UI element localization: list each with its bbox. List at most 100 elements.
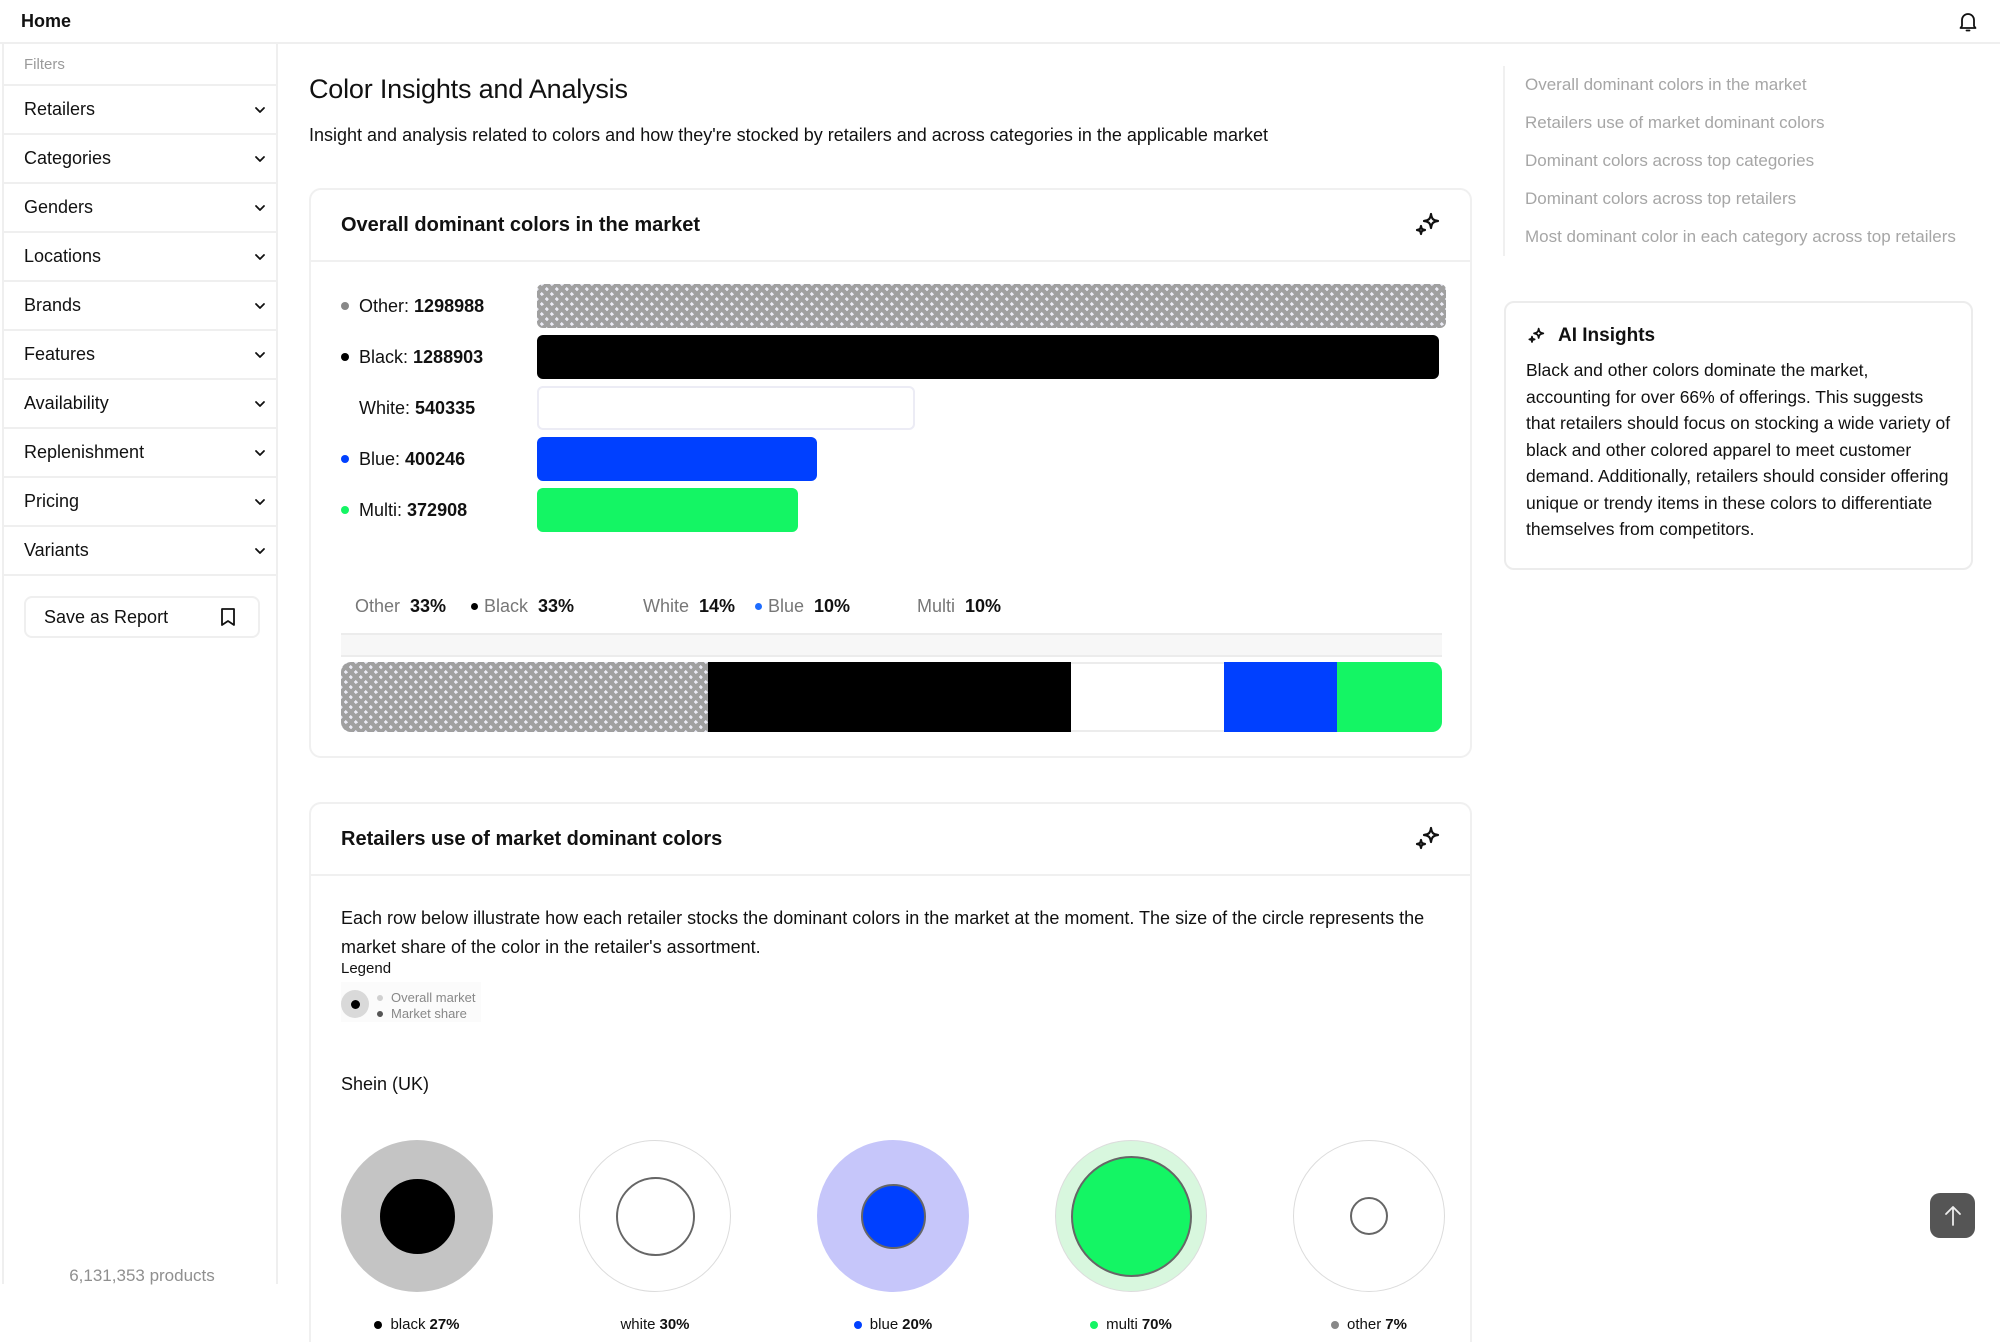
card-header: Overall dominant colors in the market	[311, 190, 1470, 262]
card-header: Retailers use of market dominant colors	[311, 804, 1470, 876]
toc-link[interactable]: Overall dominant colors in the market	[1525, 66, 1983, 104]
scroll-to-top-button[interactable]	[1930, 1193, 1975, 1238]
bar-value: 372908	[407, 499, 468, 520]
filter-availability[interactable]: Availability	[4, 380, 276, 429]
toc-link[interactable]: Dominant colors across top categories	[1525, 142, 1983, 180]
bubble-label: multi 70%	[1055, 1316, 1207, 1333]
overall-dominant-colors-card: Overall dominant colors in the market Ot…	[309, 188, 1472, 758]
color-dot	[471, 603, 478, 610]
bubble-label: white 30%	[579, 1316, 731, 1333]
market-share-circle	[1070, 1155, 1192, 1277]
legend-market-share: Market share	[377, 1006, 467, 1021]
bar-name: Black	[359, 346, 404, 367]
filter-locations[interactable]: Locations	[4, 233, 276, 282]
chevron-down-icon	[255, 204, 265, 211]
bar-name: Multi	[359, 499, 398, 520]
bubble-color-pct: 30%	[659, 1316, 690, 1333]
filter-retailers[interactable]: Retailers	[4, 86, 276, 135]
color-dot	[341, 353, 349, 361]
bubble-label: blue 20%	[817, 1316, 969, 1333]
filter-pricing[interactable]: Pricing	[4, 478, 276, 527]
chevron-down-icon	[255, 351, 265, 358]
filter-replenishment[interactable]: Replenishment	[4, 429, 276, 478]
stack-segment-black	[707, 662, 1072, 732]
bubble-color-name: other	[1347, 1316, 1382, 1333]
stack-segment-blue	[1223, 662, 1337, 732]
market-share-circle	[615, 1176, 695, 1256]
card-title: Retailers use of market dominant colors	[341, 827, 723, 850]
bar-white	[537, 386, 915, 430]
color-dot	[341, 302, 349, 310]
share-black: Black 33%	[471, 596, 629, 617]
sparkle-icon	[1528, 327, 1545, 343]
bubble-label: black 27%	[341, 1316, 493, 1333]
filter-categories[interactable]: Categories	[4, 135, 276, 184]
share-blue: Blue 10%	[755, 596, 903, 617]
share-value: 14%	[699, 596, 736, 616]
ai-insights-card: AI Insights Black and other colors domin…	[1504, 301, 1973, 570]
color-bubble-black	[341, 1140, 493, 1292]
market-share-circle	[860, 1183, 926, 1249]
bubble-color-pct: 70%	[1141, 1316, 1172, 1333]
share-value: 10%	[965, 596, 1002, 616]
filter-label: Availability	[24, 393, 109, 413]
share-multi: Multi 10%	[903, 596, 1023, 617]
bubble-label: other 7%	[1293, 1316, 1445, 1333]
bar-name: White	[359, 397, 406, 418]
bar-blue	[537, 437, 817, 481]
filter-variants[interactable]: Variants	[4, 527, 276, 576]
chevron-down-icon	[255, 253, 265, 260]
chevron-down-icon	[255, 547, 265, 554]
filter-brands[interactable]: Brands	[4, 282, 276, 331]
toc-link[interactable]: Most dominant color in each category acr…	[1525, 218, 1983, 256]
top-bar: Home	[0, 0, 2000, 44]
page-description: Insight and analysis related to colors a…	[309, 125, 1268, 145]
bell-icon[interactable]	[1956, 10, 1980, 34]
retailer-name: Shein (UK)	[341, 1074, 430, 1094]
ai-insights-body: Black and other colors dominate the mark…	[1526, 360, 1951, 539]
filter-label: Retailers	[24, 99, 96, 119]
share-value: 33%	[410, 596, 447, 616]
color-bubble-white	[579, 1140, 731, 1292]
share-other: Other 33%	[341, 596, 471, 617]
filter-genders[interactable]: Genders	[4, 184, 276, 233]
bookmark-icon	[221, 608, 235, 626]
bar-value: 1288903	[413, 346, 484, 367]
filters-label: Filters	[4, 44, 276, 86]
filters-sidebar: Filters Retailers Categories Genders Loc…	[2, 44, 278, 1285]
legend-share-label: Market share	[391, 1006, 467, 1021]
filter-label: Categories	[24, 148, 112, 168]
color-dot	[1331, 1320, 1340, 1329]
home-link[interactable]: Home	[21, 11, 71, 32]
filter-features[interactable]: Features	[4, 331, 276, 380]
bubble-color-name: multi	[1106, 1316, 1138, 1333]
legend-overall-label: Overall market	[391, 990, 476, 1005]
toc-link[interactable]: Retailers use of market dominant colors	[1525, 104, 1983, 142]
card-description: Each row below illustrate how each retai…	[341, 908, 1425, 957]
chevron-down-icon	[255, 106, 265, 113]
chevron-down-icon	[255, 498, 265, 505]
filter-label: Features	[24, 344, 96, 364]
save-as-report-button[interactable]: Save as Report	[24, 596, 260, 638]
sparkle-icon[interactable]	[1412, 210, 1442, 240]
share-name: Black	[484, 596, 529, 616]
save-as-report-label: Save as Report	[44, 606, 169, 627]
color-bubble-multi	[1055, 1140, 1207, 1292]
bar-value: 1298988	[414, 295, 485, 316]
toc-link[interactable]: Dominant colors across top retailers	[1525, 180, 1983, 218]
bar-multi	[537, 488, 798, 532]
filter-label: Pricing	[24, 491, 80, 511]
filter-label: Replenishment	[24, 442, 145, 462]
bubble-color-pct: 27%	[429, 1316, 460, 1333]
bar-label: Blue:400246	[341, 449, 531, 470]
sparkle-icon[interactable]	[1412, 824, 1442, 854]
color-dot	[341, 506, 349, 514]
filter-label: Brands	[24, 295, 82, 315]
chevron-down-icon	[255, 302, 265, 309]
market-share-circle	[1350, 1197, 1388, 1235]
bubble-color-name: blue	[869, 1316, 899, 1333]
bar-label: Multi:372908	[341, 500, 531, 521]
ai-insights-header: AI Insights	[1526, 325, 1951, 347]
card-title: Overall dominant colors in the market	[341, 213, 700, 236]
table-of-contents: Overall dominant colors in the market Ret…	[1503, 66, 1983, 256]
